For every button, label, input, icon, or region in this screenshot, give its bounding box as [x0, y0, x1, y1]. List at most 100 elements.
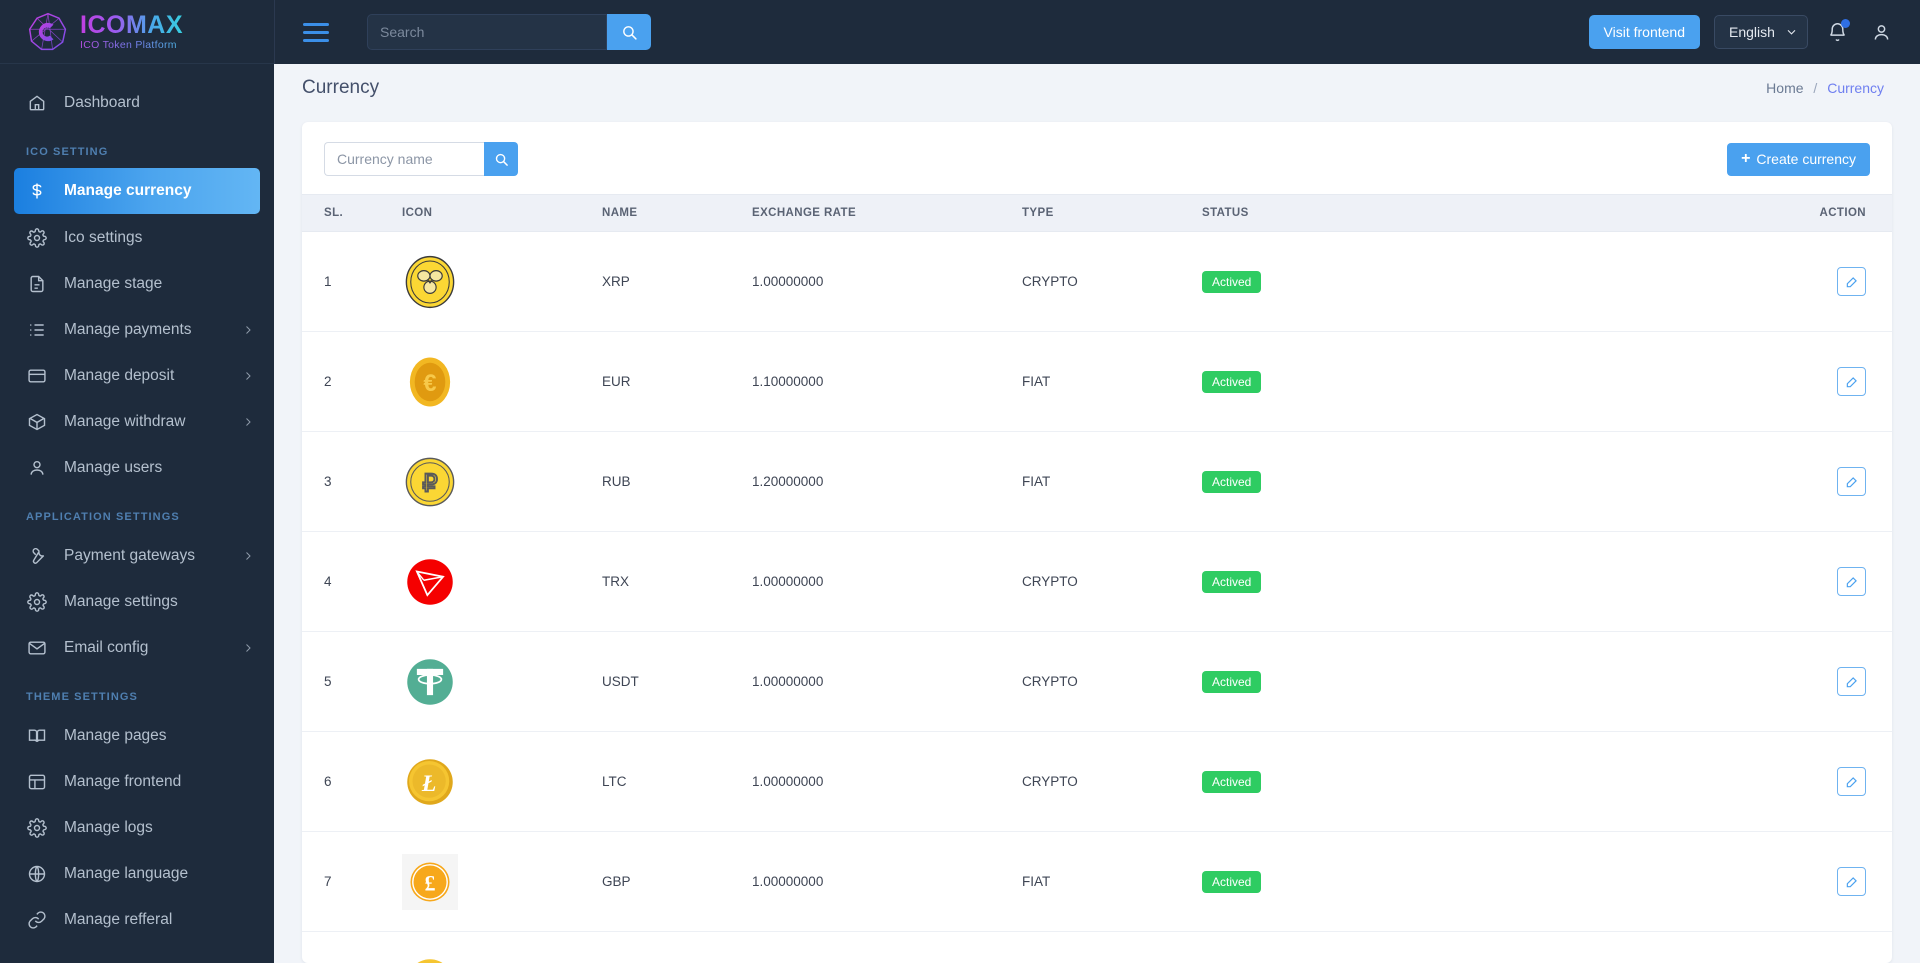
- cell-action: [1452, 331, 1892, 432]
- gbp-coin-icon: £: [402, 853, 458, 910]
- icomax-logo-icon: [28, 12, 67, 50]
- brand-logo-area[interactable]: ICOMAX ICO Token Platform: [0, 0, 274, 64]
- chevron-right-icon: [246, 325, 251, 334]
- visit-frontend-button[interactable]: Visit frontend: [1588, 15, 1700, 49]
- search-input[interactable]: [367, 14, 607, 50]
- brand-subtitle: ICO Token Platform: [80, 39, 183, 51]
- home-icon: [26, 92, 48, 114]
- box-icon: [26, 411, 48, 433]
- cell-name: USDT: [602, 631, 752, 732]
- cell-type: CRYPTO: [1022, 731, 1202, 832]
- edit-icon: [1846, 476, 1857, 487]
- cell-icon: £: [402, 831, 602, 932]
- user-icon: [26, 457, 48, 479]
- cell-sl: 7: [302, 831, 402, 932]
- sidebar-item-manage-language[interactable]: Manage language: [0, 851, 274, 896]
- sidebar-item-label: Ico settings: [64, 228, 143, 246]
- edit-button[interactable]: [1837, 667, 1866, 696]
- edit-icon: [1846, 276, 1857, 287]
- sidebar-item-manage-refferal[interactable]: Manage refferal: [0, 897, 274, 942]
- list-icon: [26, 319, 48, 341]
- language-select[interactable]: English: [1714, 15, 1808, 49]
- search-submit-button[interactable]: [607, 14, 651, 50]
- cell-rate: 1.00000000: [752, 531, 1022, 632]
- notification-badge: [1841, 19, 1850, 28]
- xrp-coin-icon: [402, 254, 458, 310]
- cell-type: CRYPTO: [1022, 631, 1202, 732]
- breadcrumb-current: Currency: [1827, 80, 1884, 96]
- gear-icon: [26, 591, 48, 613]
- edit-button[interactable]: [1837, 567, 1866, 596]
- th-sl: SL.: [302, 194, 402, 232]
- currency-search-input[interactable]: [324, 142, 484, 176]
- user-icon: [1874, 24, 1888, 40]
- svg-text:£: £: [425, 871, 436, 895]
- layout-icon: [26, 771, 48, 793]
- status-badge: Actived: [1202, 870, 1262, 893]
- sidebar-section-application-settings: APPLICATION SETTINGS: [26, 511, 180, 523]
- sidebar-item-manage-deposit[interactable]: Manage deposit: [0, 353, 274, 398]
- language-selector[interactable]: English: [1714, 15, 1808, 49]
- cell-rate: 1.00000000: [752, 631, 1022, 732]
- cell-type: FIAT: [1022, 331, 1202, 432]
- brand-title: ICOMAX: [80, 11, 183, 40]
- gear-icon: [26, 817, 48, 839]
- svg-text:₽: ₽: [422, 470, 438, 497]
- breadcrumb-home[interactable]: Home: [1766, 80, 1803, 96]
- sidebar-item-ico-settings[interactable]: Ico settings: [0, 215, 274, 260]
- sidebar-item-manage-users[interactable]: Manage users: [0, 445, 274, 490]
- table-row: 7 £ GBP 1.00000000 FIAT Actived: [302, 831, 1892, 932]
- chevron-right-icon: [246, 371, 251, 380]
- edit-button[interactable]: [1837, 267, 1866, 296]
- app-root: ICOMAX ICO Token Platform Dashboard ICO …: [0, 0, 1920, 963]
- edit-button[interactable]: [1837, 367, 1866, 396]
- edit-button[interactable]: [1837, 467, 1866, 496]
- gear-icon: [26, 227, 48, 249]
- sidebar-item-payment-gateways[interactable]: Payment gateways: [0, 533, 274, 578]
- plus-icon: +: [1741, 150, 1751, 167]
- sidebar-item-label: Manage refferal: [64, 910, 173, 928]
- cell-type: CRYPTO: [1022, 531, 1202, 632]
- link-icon: [26, 909, 48, 931]
- sidebar-item-label: Manage stage: [64, 274, 163, 292]
- sidebar-item-label: Manage logs: [64, 818, 153, 836]
- profile-button[interactable]: [1866, 17, 1896, 47]
- edit-button[interactable]: [1837, 767, 1866, 796]
- sidebar-item-manage-settings[interactable]: Manage settings: [0, 579, 274, 624]
- sidebar-item-label: Manage payments: [64, 320, 192, 338]
- sidebar-item-manage-logs[interactable]: Manage logs: [0, 805, 274, 850]
- sidebar-item-email-config[interactable]: Email config: [0, 625, 274, 670]
- notifications-button[interactable]: [1822, 17, 1852, 47]
- chevron-right-icon: [246, 643, 251, 652]
- create-currency-label: Create currency: [1756, 151, 1856, 167]
- cell-type: FIAT: [1022, 831, 1202, 932]
- sidebar-item-manage-pages[interactable]: Manage pages: [0, 713, 274, 758]
- sidebar: ICOMAX ICO Token Platform Dashboard ICO …: [0, 0, 274, 963]
- currency-table: SL. ICON NAME EXCHANGE RATE TYPE STATUS …: [302, 194, 1892, 963]
- sidebar-item-manage-stage[interactable]: Manage stage: [0, 261, 274, 306]
- cell-icon: €: [402, 331, 602, 432]
- cell-status: Actived: [1202, 631, 1452, 732]
- main-area: Visit frontend English: [274, 0, 1920, 963]
- sidebar-item-manage-withdraw[interactable]: Manage withdraw: [0, 399, 274, 444]
- th-type: TYPE: [1022, 194, 1202, 232]
- create-currency-button[interactable]: + Create currency: [1727, 142, 1870, 176]
- book-icon: [26, 725, 48, 747]
- table-row: 5 USDT 1.00000000 CRYPTO Actived: [302, 631, 1892, 732]
- sidebar-item-manage-payments[interactable]: Manage payments: [0, 307, 274, 352]
- cell-action: [1452, 731, 1892, 832]
- hamburger-menu-icon[interactable]: [303, 22, 329, 42]
- sidebar-item-label: Manage settings: [64, 592, 178, 610]
- cell-name: TRX: [602, 531, 752, 632]
- page-title: Currency: [302, 77, 380, 98]
- status-badge: Actived: [1202, 770, 1262, 793]
- th-status: STATUS: [1202, 194, 1452, 232]
- sidebar-item-dashboard[interactable]: Dashboard: [0, 80, 274, 125]
- sidebar-item-manage-frontend[interactable]: Manage frontend: [0, 759, 274, 804]
- sidebar-item-manage-currency[interactable]: Manage currency: [14, 168, 260, 214]
- rub-coin-icon: ₽: [402, 454, 458, 510]
- currency-search-button[interactable]: [484, 142, 518, 176]
- status-badge: Actived: [1202, 370, 1262, 393]
- edit-button[interactable]: [1837, 867, 1866, 896]
- cell-sl: 8: [302, 931, 402, 963]
